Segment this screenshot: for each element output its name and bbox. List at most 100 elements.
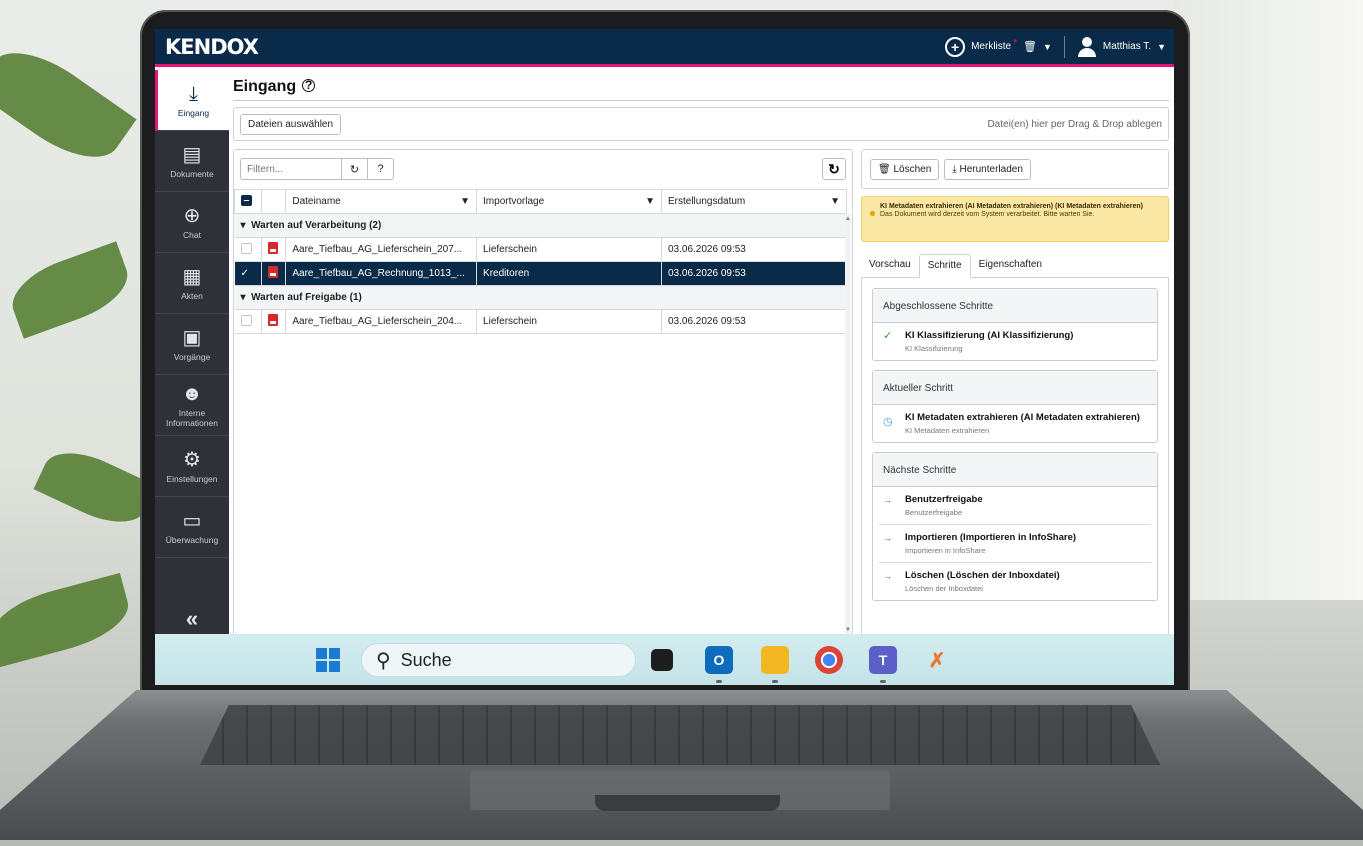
row-checkbox[interactable] (240, 314, 252, 326)
group-label: Warten auf Verarbeitung (2) (251, 220, 382, 231)
cell-date: 03.06.2026 09:53 (661, 237, 847, 262)
group-label: Warten auf Freigabe (1) (251, 292, 362, 303)
sidebar-item-eingang[interactable]: ⤓ Eingang (155, 70, 229, 131)
trash-icon: 🗑 (878, 163, 891, 175)
download-icon: ⤓ (189, 82, 198, 105)
inbox-grid-panel: ↻ ? ↻ Dateiname ▼ Importvorlage ▼ Erstellu… (233, 149, 853, 636)
merkliste-indicator: * (1013, 38, 1018, 49)
merkliste-label[interactable]: Merkliste (971, 41, 1011, 52)
filter-input[interactable] (240, 158, 342, 180)
page-title-text: Eingang (233, 78, 297, 95)
drop-zone-hint[interactable]: Datei(en) hier per Drag & Drop ablegen (987, 119, 1162, 130)
sidebar-item-vorgaenge[interactable]: ▣ Vorgänge (155, 314, 229, 375)
delete-button[interactable]: 🗑 Löschen (870, 158, 940, 180)
arrow-right-icon: → (883, 533, 892, 543)
warning-title: KI Metadaten extrahieren (AI Metadaten e… (880, 203, 1143, 210)
sidebar-item-chat[interactable]: ⊕ Chat (155, 192, 229, 253)
user-avatar-icon[interactable] (1077, 36, 1097, 57)
arrow-right-icon: → (883, 571, 892, 581)
reset-filter-icon[interactable]: ↻ (342, 158, 368, 180)
row-checkbox[interactable] (240, 242, 252, 254)
page-title: Eingang? (233, 78, 316, 96)
teams-icon[interactable]: T (869, 646, 897, 674)
grid-scrollbar[interactable] (845, 213, 851, 635)
details-toolbar: 🗑 Löschen ⤓ Herunterladen (861, 149, 1169, 189)
sidebar-item-ueberwachung[interactable]: ▭ Überwachung (155, 497, 229, 558)
scroll-down-icon[interactable]: ▼ (845, 627, 851, 633)
collapse-caret-icon[interactable]: ▾ (241, 220, 246, 231)
scroll-up-icon[interactable]: ▲ (845, 216, 851, 222)
search-icon: ⚲ (376, 649, 391, 672)
inbox-table: Dateiname ▼ Importvorlage ▼ Erstellungsdat… (234, 189, 847, 334)
outlook-icon[interactable]: O (705, 646, 733, 674)
sidebar-item-dokumente[interactable]: ▤ Dokumente (155, 131, 229, 192)
globe-icon: ⊕ (183, 204, 201, 227)
windows-start-icon[interactable] (316, 648, 340, 672)
tab-eigenschaften[interactable]: Eigenschaften (971, 254, 1050, 277)
step-subtitle: Benutzerfreigabe (905, 508, 963, 517)
tab-vorschau[interactable]: Vorschau (861, 254, 919, 277)
sidebar-item-label: Eingang (177, 107, 210, 118)
sidebar-item-einstellungen[interactable]: ⚙ Einstellungen (155, 436, 229, 497)
collapse-caret-icon[interactable]: ▾ (241, 292, 246, 303)
table-row-selected[interactable]: ✓ Aare_Tiefbau_AG_Rechnung_1013_... Kred… (234, 261, 847, 286)
refresh-icon[interactable]: ↻ (822, 158, 846, 180)
user-name[interactable]: Matthias T. (1103, 41, 1151, 52)
sidebar-item-label: Chat (183, 229, 201, 240)
person-info-icon: ☻ (181, 382, 203, 405)
step-subtitle: Importieren in InfoShare (905, 546, 986, 555)
download-label: Herunterladen (959, 163, 1023, 175)
card-heading: Nächste Schritte (873, 453, 1157, 487)
column-header-erstellungsdatum[interactable]: Erstellungsdatum ▼ (661, 189, 847, 214)
step-item: ◷ KI Metadaten extrahieren (AI Metadaten… (873, 405, 1157, 442)
table-row[interactable]: Aare_Tiefbau_AG_Lieferschein_204... Lief… (234, 309, 847, 334)
running-indicator (716, 680, 722, 683)
top-bar: KENDOX + Merkliste * 🗑 ▼ Matthias T. ▼ (155, 29, 1174, 67)
step-subtitle: Löschen der Inboxdatei (905, 584, 983, 593)
group-row[interactable]: ▾ Warten auf Verarbeitung (2) (234, 213, 847, 238)
tab-schritte[interactable]: Schritte (918, 254, 971, 278)
file-explorer-icon[interactable] (761, 646, 789, 674)
filter-funnel-icon[interactable]: ▼ (830, 196, 840, 207)
chevron-down-icon[interactable]: ▼ (1157, 42, 1166, 52)
filter-funnel-icon[interactable]: ▼ (645, 196, 655, 207)
add-circle-icon[interactable]: + (945, 36, 966, 57)
help-icon[interactable]: ? (368, 158, 394, 180)
table-row[interactable]: Aare_Tiefbau_AG_Lieferschein_207... Lief… (234, 237, 847, 262)
chrome-icon[interactable] (815, 646, 843, 674)
step-item: → Importieren (Importieren in InfoShare)… (879, 524, 1151, 562)
select-files-button[interactable]: Dateien auswählen (240, 113, 342, 135)
divider (1063, 35, 1065, 58)
help-icon[interactable]: ? (302, 79, 316, 92)
completed-steps-card: Abgeschlossene Schritte ✓ KI Klassifizie… (872, 288, 1158, 361)
collapse-sidebar-button[interactable]: « (155, 602, 229, 636)
task-view-icon[interactable] (651, 649, 673, 671)
monitor-icon: ▭ (182, 509, 202, 532)
trash-icon[interactable]: 🗑 (1023, 40, 1037, 53)
table-header-row: Dateiname ▼ Importvorlage ▼ Erstellungsdat… (234, 189, 847, 214)
column-header-importvorlage[interactable]: Importvorlage ▼ (476, 189, 662, 214)
sidebar-item-interne-informationen[interactable]: ☻ Interne Informationen (155, 375, 229, 436)
filter-toolbar: ↻ ? (240, 158, 394, 180)
laptop-keyboard (200, 705, 1160, 765)
sidebar-item-label: Dokumente (170, 168, 214, 179)
step-title: KI Metadaten extrahieren (AI Metadaten e… (905, 412, 1140, 423)
group-row[interactable]: ▾ Warten auf Freigabe (1) (234, 285, 847, 310)
sidebar-item-akten[interactable]: ▦ Akten (155, 253, 229, 314)
plant-leaf (0, 33, 137, 177)
warning-text: Das Dokument wird derzeit vom System ver… (880, 211, 1095, 218)
filter-funnel-icon[interactable]: ▼ (460, 196, 470, 207)
step-title: Importieren (Importieren in InfoShare) (905, 532, 1077, 543)
row-checkbox-checked[interactable]: ✓ (241, 268, 249, 279)
download-button[interactable]: ⤓ Herunterladen (944, 158, 1031, 180)
taskbar-search[interactable]: ⚲ Suche (361, 643, 636, 677)
folder-print-icon: ▦ (182, 265, 202, 288)
pdf-file-icon (267, 314, 278, 326)
running-indicator (772, 680, 778, 683)
kendox-logo[interactable]: KENDOX (165, 35, 259, 59)
select-all-checkbox[interactable] (234, 189, 262, 214)
chevron-down-icon[interactable]: ▼ (1043, 42, 1052, 52)
kendox-app-icon[interactable]: ✗ (923, 646, 951, 674)
column-header-dateiname[interactable]: Dateiname ▼ (285, 189, 478, 214)
step-item: ✓ KI Klassifizierung (AI Klassifizierung… (873, 323, 1157, 360)
